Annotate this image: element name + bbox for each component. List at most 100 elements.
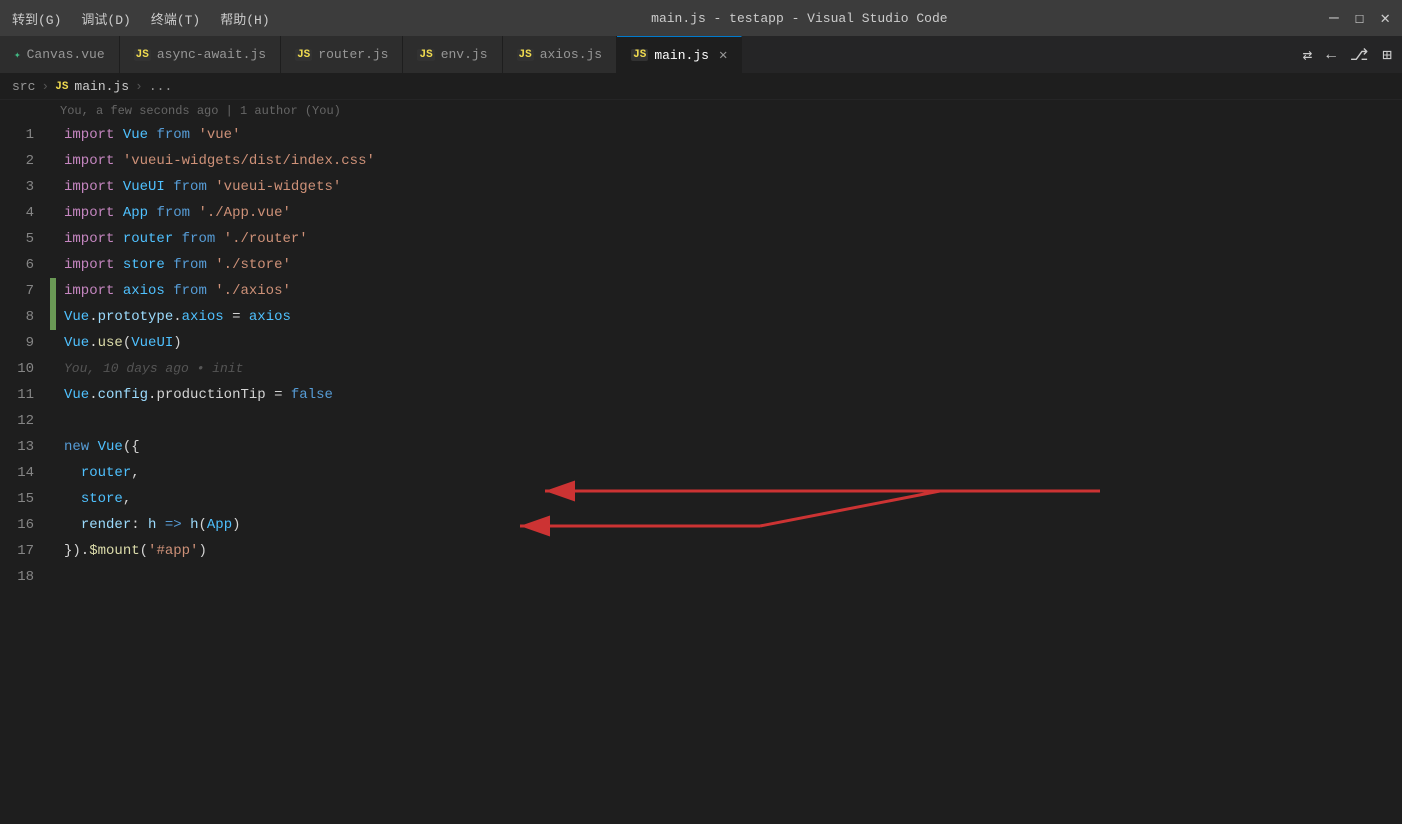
code-content-11: Vue.config.productionTip = false <box>64 382 1402 408</box>
tab-async-await-js[interactable]: JS async-await.js <box>120 36 281 73</box>
code-line-6: 6 import store from './store' <box>0 252 1402 278</box>
line-number-5: 5 <box>0 231 50 247</box>
line-number-10: 10 <box>0 361 50 377</box>
code-content-16: render: h => h(App) <box>64 512 1402 538</box>
line-number-16: 16 <box>0 517 50 533</box>
code-line-15: 15 store, <box>0 486 1402 512</box>
code-content-13: new Vue({ <box>64 434 1402 460</box>
code-line-10: 10 You, 10 days ago • init <box>0 356 1402 382</box>
git-blame-text: You, a few seconds ago | 1 author (You) <box>60 104 341 118</box>
code-line-13: 13 new Vue({ <box>0 434 1402 460</box>
js-icon: JS <box>134 49 151 61</box>
line-number-17: 17 <box>0 543 50 559</box>
menu-bar[interactable]: 转到(G) 调试(D) 终端(T) 帮助(H) <box>12 9 270 28</box>
tab-canvas-vue[interactable]: ✦ Canvas.vue <box>0 36 120 73</box>
code-line-1: 1 import Vue from 'vue' <box>0 122 1402 148</box>
code-content-4: import App from './App.vue' <box>64 200 1402 226</box>
code-content-17: }).$mount('#app') <box>64 538 1402 564</box>
js-icon: JS <box>417 49 434 61</box>
tabs-bar: ✦ Canvas.vue JS async-await.js JS router… <box>0 36 1402 74</box>
line-number-15: 15 <box>0 491 50 507</box>
js-icon: JS <box>517 49 534 61</box>
menu-help[interactable]: 帮助(H) <box>220 9 269 28</box>
line-number-14: 14 <box>0 465 50 481</box>
js-icon: JS <box>631 49 648 61</box>
tab-main-js[interactable]: JS main.js ✕ <box>617 36 742 73</box>
code-content-6: import store from './store' <box>64 252 1402 278</box>
code-line-17: 17 }).$mount('#app') <box>0 538 1402 564</box>
line-number-13: 13 <box>0 439 50 455</box>
line-number-12: 12 <box>0 413 50 429</box>
code-area: 1 import Vue from 'vue' 2 import 'vueui-… <box>0 122 1402 590</box>
code-line-9: 9 Vue.use(VueUI) <box>0 330 1402 356</box>
gutter-7 <box>50 278 56 304</box>
code-content-12 <box>64 408 1402 434</box>
code-line-12: 12 <box>0 408 1402 434</box>
line-number-18: 18 <box>0 569 50 585</box>
code-content-10: You, 10 days ago • init <box>64 356 1402 382</box>
code-content-14: router, <box>64 460 1402 486</box>
breadcrumb-file[interactable]: main.js <box>74 79 129 94</box>
breadcrumb-more[interactable]: ... <box>149 79 172 94</box>
tab-label: axios.js <box>540 47 602 62</box>
code-line-16: 16 render: h => h(App) <box>0 512 1402 538</box>
breadcrumb-src[interactable]: src <box>12 79 35 94</box>
js-icon: JS <box>295 49 312 61</box>
code-line-2: 2 import 'vueui-widgets/dist/index.css' <box>0 148 1402 174</box>
tab-label: env.js <box>441 47 488 62</box>
line-number-7: 7 <box>0 283 50 299</box>
code-line-18: 18 <box>0 564 1402 590</box>
line-number-2: 2 <box>0 153 50 169</box>
git-blame-header: You, a few seconds ago | 1 author (You) <box>0 100 1402 122</box>
code-content-2: import 'vueui-widgets/dist/index.css' <box>64 148 1402 174</box>
line-number-9: 9 <box>0 335 50 351</box>
code-line-11: 11 Vue.config.productionTip = false <box>0 382 1402 408</box>
tab-axios-js[interactable]: JS axios.js <box>503 36 618 73</box>
code-content-9: Vue.use(VueUI) <box>64 330 1402 356</box>
line-number-11: 11 <box>0 387 50 403</box>
go-back-icon[interactable]: ← <box>1326 46 1336 64</box>
line-number-3: 3 <box>0 179 50 195</box>
code-line-8: 8 Vue.prototype.axios = axios <box>0 304 1402 330</box>
tab-label: main.js <box>654 48 709 63</box>
vue-icon: ✦ <box>14 48 21 62</box>
tab-close-icon[interactable]: ✕ <box>719 47 727 64</box>
breadcrumb-js-icon: JS <box>55 81 68 93</box>
tab-label: async-await.js <box>157 47 266 62</box>
code-line-5: 5 import router from './router' <box>0 226 1402 252</box>
code-content-1: import Vue from 'vue' <box>64 122 1402 148</box>
line-number-8: 8 <box>0 309 50 325</box>
title-bar: 转到(G) 调试(D) 终端(T) 帮助(H) main.js - testap… <box>0 0 1402 36</box>
code-line-7: 7 import axios from './axios' <box>0 278 1402 304</box>
split-editor-icon[interactable]: ⇄ <box>1303 45 1313 65</box>
code-content-7: import axios from './axios' <box>64 278 1402 304</box>
maximize-button[interactable]: ☐ <box>1355 8 1365 28</box>
code-content-5: import router from './router' <box>64 226 1402 252</box>
close-button[interactable]: ✕ <box>1380 8 1390 28</box>
code-content-15: store, <box>64 486 1402 512</box>
line-number-1: 1 <box>0 127 50 143</box>
tab-env-js[interactable]: JS env.js <box>403 36 502 73</box>
menu-debug[interactable]: 调试(D) <box>81 9 130 28</box>
minimize-button[interactable]: — <box>1329 9 1339 27</box>
layout-icon[interactable]: ⊞ <box>1382 45 1392 65</box>
code-line-4: 4 import App from './App.vue' <box>0 200 1402 226</box>
menu-goto[interactable]: 转到(G) <box>12 9 61 28</box>
breadcrumb: src › JS main.js › ... <box>0 74 1402 100</box>
menu-terminal[interactable]: 终端(T) <box>151 9 200 28</box>
tab-actions: ⇄ ← ⎇ ⊞ <box>1293 36 1402 73</box>
tab-label: Canvas.vue <box>27 47 105 62</box>
tab-label: router.js <box>318 47 388 62</box>
breadcrumb-sep1: › <box>41 79 49 94</box>
tab-router-js[interactable]: JS router.js <box>281 36 403 73</box>
line-number-6: 6 <box>0 257 50 273</box>
code-content-8: Vue.prototype.axios = axios <box>64 304 1402 330</box>
code-content-18 <box>64 564 1402 590</box>
line-number-4: 4 <box>0 205 50 221</box>
window-title: main.js - testapp - Visual Studio Code <box>651 11 947 26</box>
code-content-3: import VueUI from 'vueui-widgets' <box>64 174 1402 200</box>
breadcrumb-sep2: › <box>135 79 143 94</box>
window-controls[interactable]: — ☐ ✕ <box>1329 8 1390 28</box>
source-control-icon[interactable]: ⎇ <box>1350 45 1368 65</box>
gutter-8 <box>50 304 56 330</box>
